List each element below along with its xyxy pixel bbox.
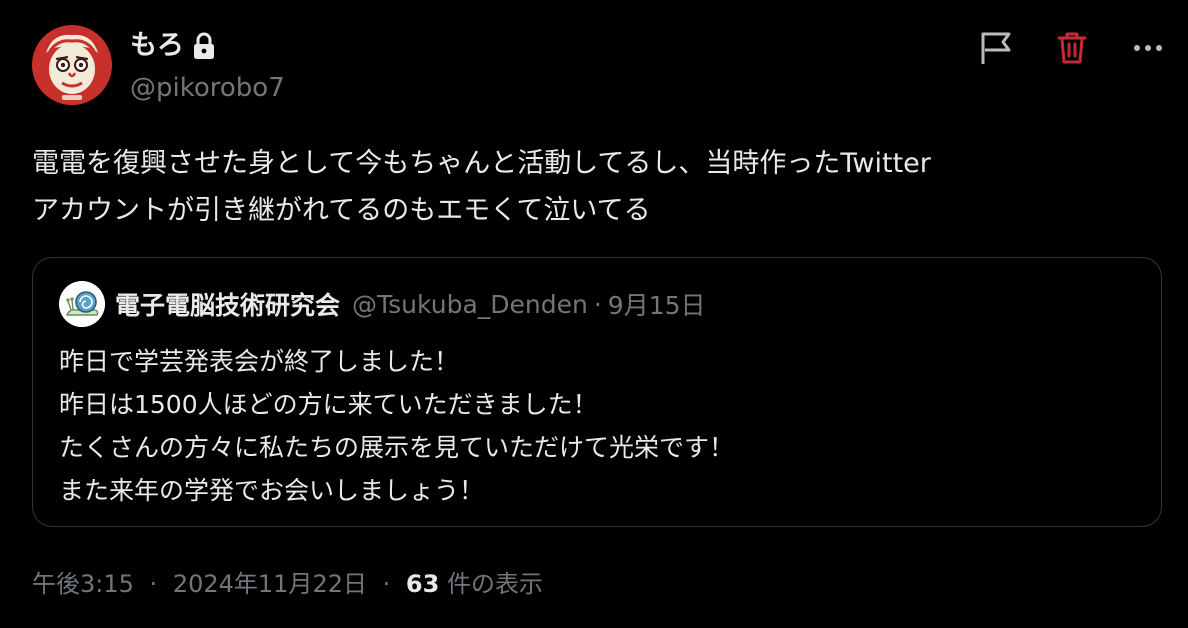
author-handle[interactable]: @pikorobo7: [130, 70, 285, 106]
delete-button[interactable]: [1052, 28, 1092, 68]
post-text-line: アカウントが引き継がれてるのもエモくて泣いてる: [32, 195, 651, 226]
post-detail: もろ @pikorobo7 電電を復興させた身として今もちゃんと活動してるし、当…: [0, 0, 1188, 628]
quoted-post-header: 電子電脳技術研究会 @Tsukuba_Denden · 9月15日: [59, 280, 706, 328]
trash-icon: [1057, 32, 1087, 64]
post-date[interactable]: 2024年11月22日: [173, 570, 367, 598]
quoted-post-date: 9月15日: [607, 291, 706, 320]
quoted-post-text: 昨日で学芸発表会が終了しました！ 昨日は1500人ほどの方に来ていただきました！…: [59, 340, 734, 512]
quoted-author-avatar: [59, 281, 105, 327]
post-text-line: 電電を復興させた身として今もちゃんと活動してるし、当時作ったTwitter: [32, 148, 931, 179]
quoted-post-card[interactable]: 電子電脳技術研究会 @Tsukuba_Denden · 9月15日 昨日で学芸発…: [32, 257, 1162, 527]
meta-separator: ·: [382, 570, 391, 598]
more-button[interactable]: [1128, 28, 1168, 68]
quoted-text-line: また来年の学発でお会いしましょう！: [59, 476, 485, 505]
post-actions: [976, 28, 1168, 68]
snail-logo-icon: [59, 281, 105, 327]
lock-icon: [192, 32, 216, 60]
quoted-author-handle: @Tsukuba_Denden: [352, 289, 588, 319]
author-name-row: もろ: [130, 26, 216, 66]
flag-icon: [981, 32, 1011, 64]
post-text: 電電を復興させた身として今もちゃんと活動してるし、当時作ったTwitter アカ…: [32, 140, 1162, 234]
more-dots-icon: [1134, 45, 1162, 51]
post-meta: 午後3:15 · 2024年11月22日 · 63 件の表示: [32, 566, 543, 602]
author-display-name[interactable]: もろ: [130, 26, 184, 66]
post-time[interactable]: 午後3:15: [32, 570, 134, 598]
quoted-author-name: 電子電脳技術研究会: [115, 291, 341, 320]
quoted-text-line: 昨日は1500人ほどの方に来ていただきました！: [59, 390, 598, 419]
author-avatar[interactable]: [32, 25, 112, 105]
quoted-separator: ·: [593, 289, 602, 319]
report-button[interactable]: [976, 28, 1016, 68]
quoted-text-line: 昨日で学芸発表会が終了しました！: [59, 347, 460, 376]
meta-separator: ·: [149, 570, 158, 598]
red-face-avatar-icon: [32, 25, 112, 105]
quoted-text-line: たくさんの方々に私たちの展示を見ていただけて光栄です！: [59, 433, 735, 462]
views-count[interactable]: 63: [406, 570, 439, 598]
views-label: 件の表示: [446, 570, 543, 598]
